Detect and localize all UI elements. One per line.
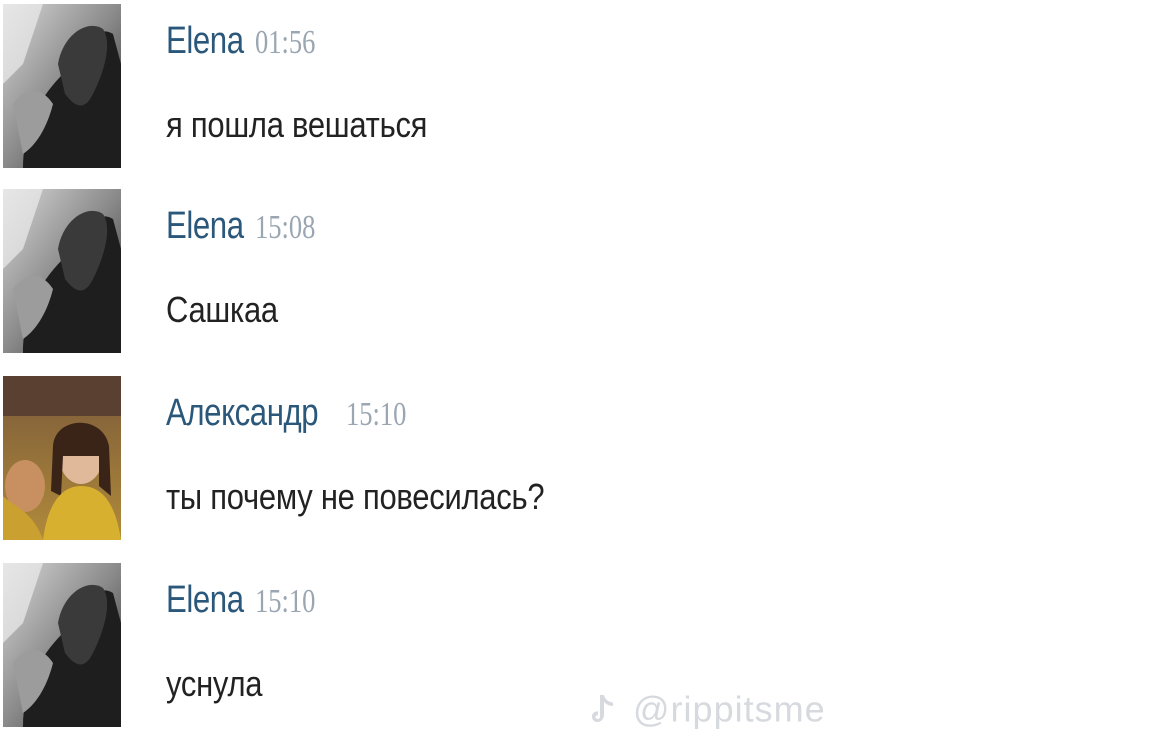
tiktok-icon (590, 693, 616, 725)
elena-photo (3, 563, 121, 727)
message-time: 15:10 (346, 396, 407, 433)
avatar-alexander[interactable] (3, 376, 121, 540)
message-header: Elena 15:10 (166, 577, 333, 623)
avatar-elena[interactable] (3, 563, 121, 727)
message-text: Сашкаа (166, 289, 278, 330)
message-header: Александр 15:10 (166, 390, 424, 436)
author-name[interactable]: Александр (166, 390, 319, 436)
tiktok-watermark: @rippitsme (590, 686, 826, 730)
watermark-handle: @rippitsme (633, 688, 826, 730)
message-time: 15:10 (255, 583, 316, 620)
chat-history: Elena 01:56 я пошла вешаться Elena 15:08… (0, 0, 1170, 747)
avatar-elena[interactable] (3, 4, 121, 168)
alexander-photo (3, 376, 121, 540)
message-time: 01:56 (255, 24, 316, 61)
author-name[interactable]: Elena (166, 18, 244, 64)
author-name[interactable]: Elena (166, 577, 244, 623)
message-text: уснула (166, 663, 263, 704)
message: Elena 01:56 я пошла вешаться (0, 4, 1170, 174)
message-text: ты почему не повесилась? (166, 476, 545, 517)
elena-photo (3, 4, 121, 168)
avatar-elena[interactable] (3, 189, 121, 353)
elena-photo (3, 189, 121, 353)
message-time: 15:08 (255, 209, 316, 246)
message: Александр 15:10 ты почему не повесилась? (0, 376, 1170, 546)
message: Elena 15:08 Сашкаа (0, 189, 1170, 359)
author-name[interactable]: Elena (166, 203, 244, 249)
message-text: я пошла вешаться (166, 104, 428, 145)
message-header: Elena 01:56 (166, 18, 333, 64)
message: Elena 15:10 уснула (0, 563, 1170, 733)
message-header: Elena 15:08 (166, 203, 333, 249)
